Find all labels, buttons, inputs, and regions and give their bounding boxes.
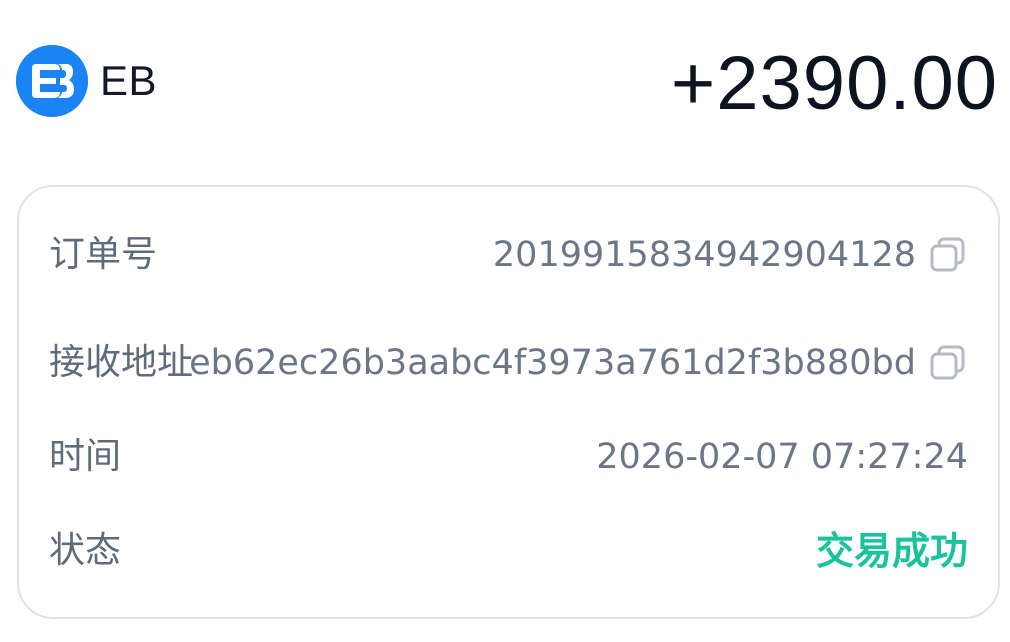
- time-value: 2026-02-07 07:27:24: [596, 437, 968, 477]
- copy-icon[interactable]: [928, 235, 968, 275]
- transaction-detail-card: 订单号 2019915834942904128 接收地址 eb62ec26b3a…: [17, 185, 1000, 619]
- order-number-label: 订单号: [49, 234, 158, 275]
- time-value-group: 2026-02-07 07:27:24: [596, 425, 968, 489]
- transaction-header: EB +2390.00: [16, 30, 998, 134]
- copy-icon[interactable]: [928, 343, 968, 383]
- coin-symbol: EB: [100, 57, 158, 104]
- status-badge: 交易成功: [815, 529, 968, 573]
- receive-address-label: 接收地址: [49, 342, 194, 383]
- receive-address-row: 接收地址 eb62ec26b3aabc4f3973a761d2f3b880bd: [49, 331, 968, 395]
- status-value-group: 交易成功: [816, 519, 968, 583]
- transaction-amount: +2390.00: [670, 41, 998, 126]
- order-number-value: 2019915834942904128: [492, 235, 916, 275]
- order-number-row: 订单号 2019915834942904128: [49, 223, 968, 287]
- status-label: 状态: [49, 530, 122, 571]
- receive-address-value: eb62ec26b3aabc4f3973a761d2f3b880bd: [189, 343, 916, 383]
- status-row: 状态 交易成功: [49, 519, 968, 583]
- time-row: 时间 2026-02-07 07:27:24: [49, 425, 968, 489]
- time-label: 时间: [49, 436, 122, 477]
- receive-address-value-group: eb62ec26b3aabc4f3973a761d2f3b880bd: [189, 331, 968, 395]
- order-number-value-group: 2019915834942904128: [493, 223, 968, 287]
- eb-coin-logo-icon: [16, 45, 88, 117]
